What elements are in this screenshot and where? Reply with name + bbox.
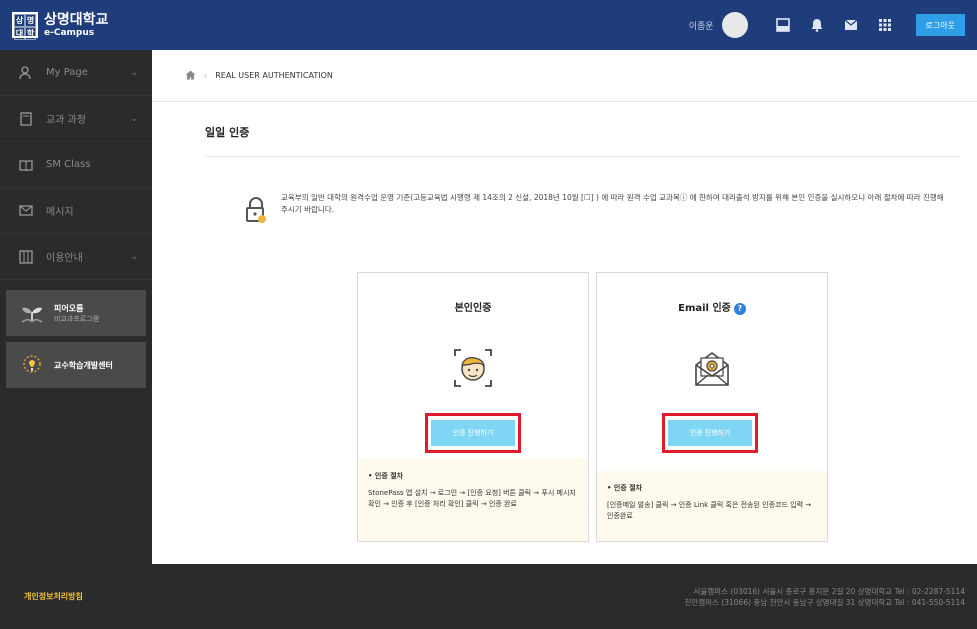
sidebar: My Page ⌄ 교과 과정 ⌄ SM Class 메시지 이용안내 ⌄ 피어… bbox=[0, 50, 152, 564]
sidebar-item-guide[interactable]: 이용안내 ⌄ bbox=[0, 234, 152, 280]
sidebar-item-sm-class[interactable]: SM Class bbox=[0, 142, 152, 188]
open-book-icon bbox=[18, 157, 34, 173]
logo-badge-char: 상 bbox=[14, 14, 25, 27]
sidebar-item-label: My Page bbox=[46, 67, 88, 78]
procedure-title: • 인증 절차 bbox=[607, 484, 643, 492]
proceed-highlight: 인증 진행하기 bbox=[662, 413, 758, 453]
logo-mark: 상 명 대 학 bbox=[12, 12, 38, 40]
identity-auth-card: 본인인증 인증 진행하기 • 인증 절차 StonePass 앱 설치 → 로그… bbox=[357, 272, 589, 542]
logo-title: 상명대학교 bbox=[44, 11, 109, 28]
proceed-highlight: 인증 진행하기 bbox=[425, 413, 521, 453]
user-name: 이종운 bbox=[688, 21, 714, 32]
grid-menu-icon[interactable] bbox=[872, 12, 898, 38]
mail-icon[interactable] bbox=[838, 12, 864, 38]
sidebar-item-label: SM Class bbox=[46, 159, 91, 170]
help-icon[interactable]: ? bbox=[733, 303, 746, 315]
bell-icon[interactable] bbox=[804, 12, 830, 38]
sprout-icon bbox=[18, 299, 46, 327]
address-cheonan: 천안캠퍼스 (31066) 충남 천안시 동남구 상명대길 31 상명대학교 T… bbox=[684, 598, 965, 607]
breadcrumb-current: REAL USER AUTHENTICATION bbox=[215, 71, 333, 80]
logo-subtitle: e-Campus bbox=[44, 27, 95, 38]
banner-title: 교수학습개발센터 bbox=[54, 360, 113, 370]
sidebar-item-label: 교과 과정 bbox=[46, 115, 86, 126]
banner-peer-program[interactable]: 피어오름 비교과프로그램 bbox=[6, 290, 146, 336]
procedure-box: • 인증 절차 StonePass 앱 설치 → 로그인 → [인증 요청] 버… bbox=[358, 459, 588, 541]
logout-button[interactable]: 로그아웃 bbox=[915, 14, 965, 36]
procedure-box: • 인증 절차 [인증메일 발송] 클릭 → 인증 Link 클릭 혹은 전송된… bbox=[597, 471, 827, 541]
face-scan-icon bbox=[453, 348, 493, 388]
email-envelope-icon bbox=[692, 349, 732, 389]
card-title-text: Email 인증 bbox=[678, 303, 731, 314]
person-icon bbox=[18, 65, 34, 81]
notice-text: 교육부의 일반 대학의 원격수업 운영 기준(고등교육법 시행령 제 14조의 … bbox=[281, 193, 944, 214]
card-title: Email 인증? bbox=[597, 299, 827, 315]
home-icon[interactable] bbox=[185, 69, 196, 83]
sidebar-item-my-page[interactable]: My Page ⌄ bbox=[0, 50, 152, 96]
notice: 교육부의 일반 대학의 원격수업 운영 기준(고등교육법 시행령 제 14조의 … bbox=[245, 192, 945, 224]
page-title: 일일 인증 bbox=[205, 126, 250, 139]
sidebar-item-label: 이용안내 bbox=[46, 253, 83, 264]
calendar-icon[interactable] bbox=[770, 12, 796, 38]
procedure-text: [인증메일 발송] 클릭 → 인증 Link 클릭 혹은 전송된 인증코드 입력… bbox=[607, 501, 812, 520]
chevron-down-icon: ⌄ bbox=[130, 251, 138, 262]
chevron-down-icon: ⌄ bbox=[130, 67, 138, 78]
procedure-text: StonePass 앱 설치 → 로그인 → [인증 요청] 버튼 클릭 → 푸… bbox=[368, 489, 576, 508]
mail-icon bbox=[18, 203, 34, 219]
avatar[interactable] bbox=[721, 12, 748, 38]
identity-auth-proceed-button[interactable]: 인증 진행하기 bbox=[431, 420, 515, 446]
lock-icon bbox=[245, 196, 267, 224]
logo-badge-char: 대 bbox=[14, 27, 25, 40]
card-title: 본인인증 bbox=[454, 303, 492, 314]
sidebar-item-curriculum[interactable]: 교과 과정 ⌄ bbox=[0, 96, 152, 142]
email-auth-proceed-button[interactable]: 인증 진행하기 bbox=[668, 420, 752, 446]
address-seoul: 서울캠퍼스 (03016) 서울시 종로구 홍지문 2길 20 상명대학교 Te… bbox=[693, 587, 965, 596]
logo-badge-char: 학 bbox=[25, 27, 36, 40]
logo[interactable]: 상 명 대 학 상명대학교 e-Campus bbox=[12, 11, 109, 40]
divider bbox=[205, 156, 960, 157]
chevron-down-icon: ⌄ bbox=[130, 113, 138, 124]
lightbulb-icon bbox=[18, 351, 46, 379]
procedure-title: • 인증 절차 bbox=[368, 472, 404, 480]
banner-title: 피어오름 bbox=[54, 303, 84, 313]
guide-icon bbox=[18, 249, 34, 265]
breadcrumb: › REAL USER AUTHENTICATION bbox=[152, 50, 977, 102]
email-auth-card: Email 인증? 인증 진행하기 • 인증 절차 [인증메일 발송] 클릭 →… bbox=[596, 272, 828, 542]
privacy-policy-link[interactable]: 개인정보처리방침 bbox=[24, 591, 83, 602]
banner-teaching-center[interactable]: 교수학습개발센터 bbox=[6, 342, 146, 388]
book-icon bbox=[18, 111, 34, 127]
sidebar-item-label: 메시지 bbox=[46, 207, 74, 218]
banner-subtitle: 비교과프로그램 bbox=[54, 314, 100, 323]
top-bar: 상 명 대 학 상명대학교 e-Campus 이종운 로그아웃 bbox=[0, 0, 977, 50]
address: 서울캠퍼스 (03016) 서울시 종로구 홍지문 2길 20 상명대학교 Te… bbox=[684, 586, 965, 608]
footer: 개인정보처리방침 서울캠퍼스 (03016) 서울시 종로구 홍지문 2길 20… bbox=[0, 564, 977, 629]
sidebar-item-messages[interactable]: 메시지 bbox=[0, 188, 152, 234]
logo-badge-char: 명 bbox=[25, 14, 36, 27]
breadcrumb-separator-icon: › bbox=[204, 71, 208, 80]
